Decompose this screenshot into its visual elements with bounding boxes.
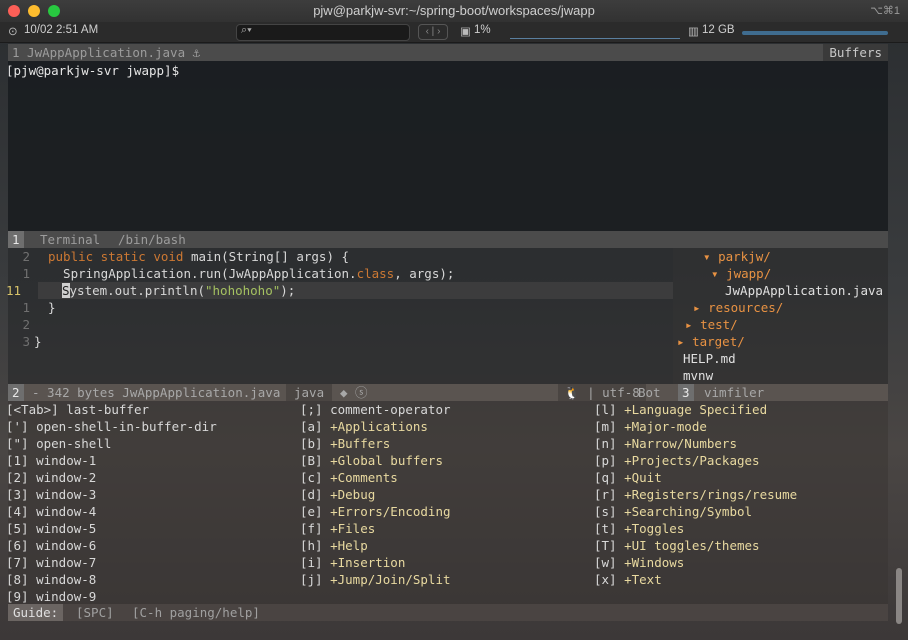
guide-entry: [2] window-2: [6, 470, 97, 485]
expanded-arrow-icon: ▾: [711, 266, 727, 281]
guide-label: Guide:: [8, 604, 64, 621]
buffer-position: Bot: [638, 385, 661, 400]
status-memory: 12 GB: [702, 24, 735, 36]
window-number-3: 3: [678, 384, 694, 401]
terminal-shell: /bin/bash: [118, 232, 186, 247]
guide-entry: [l] +Language Specified: [594, 402, 768, 417]
code-line: public static void main(String[] args) {: [48, 249, 350, 264]
status-bar: ⊙ 10/02 2:51 AM ⌕▾ ‹ | › ▣ 1% ▥ 12 GB: [0, 22, 908, 43]
guide-bar: Guide: [SPC] [C-h paging/help]: [8, 604, 888, 621]
which-key-guide: [<Tab>] last-buffer ['] open-shell-in-buf…: [6, 401, 888, 604]
guide-entry: [p] +Projects/Packages: [594, 453, 760, 468]
expanded-arrow-icon: ▾: [703, 249, 719, 264]
memory-bar: [742, 31, 888, 35]
guide-entry: [w] +Windows: [594, 555, 685, 570]
guide-entry: [n] +Narrow/Numbers: [594, 436, 737, 451]
search-nav-arrows[interactable]: ‹ | ›: [418, 24, 448, 40]
guide-entry: [q] +Quit: [594, 470, 662, 485]
guide-entry: [m] +Major-mode: [594, 419, 707, 434]
buffers-label[interactable]: Buffers: [823, 44, 888, 61]
line-number: 1: [22, 300, 30, 315]
search-icon: ⌕▾: [241, 24, 252, 36]
terminal-pane[interactable]: [pjw@parkjw-svr jwapp]$: [6, 61, 888, 231]
tree-folder[interactable]: ▾ jwapp/: [711, 265, 771, 282]
guide-entry: [7] window-7: [6, 555, 97, 570]
window-number-1: 1: [8, 231, 24, 248]
guide-entry: [5] window-5: [6, 521, 97, 536]
status-cpu: 1%: [474, 24, 491, 36]
tree-folder[interactable]: ▾ parkjw/: [703, 248, 771, 265]
code-line: SpringApplication.run(JwAppApplication.c…: [48, 266, 455, 281]
clock-icon: ⊙: [8, 26, 18, 38]
vimfiler-mode: vimfiler: [704, 385, 765, 400]
editor-pane[interactable]: 2 public static void main(String[] args) …: [6, 248, 673, 384]
guide-entry: [c] +Comments: [300, 470, 398, 485]
status-datetime: 10/02 2:51 AM: [24, 24, 99, 36]
collapsed-arrow-icon: ▸: [677, 334, 693, 349]
guide-entry: [f] +Files: [300, 521, 376, 536]
search-input[interactable]: ⌕▾: [236, 24, 410, 41]
guide-entry: [x] +Text: [594, 572, 662, 587]
guide-entry: [T] +UI toggles/themes: [594, 538, 760, 553]
guide-entry: [8] window-8: [6, 572, 97, 587]
line-number: 2: [22, 249, 30, 264]
window-shortcut: ⌥⌘1: [870, 5, 900, 17]
tree-folder[interactable]: ▸ test/: [685, 316, 738, 333]
file-info: - 342 bytes JwAppApplication.java: [32, 385, 281, 400]
window-number-2: 2: [8, 384, 24, 401]
guide-entry: [3] window-3: [6, 487, 97, 502]
guide-entry: [d] +Debug: [300, 487, 376, 502]
guide-entry: [e] +Errors/Encoding: [300, 504, 451, 519]
guide-entry: [<Tab>] last-buffer: [6, 402, 149, 417]
terminal-modeline: 1 Terminal /bin/bash: [8, 231, 888, 248]
guide-entry: [i] +Insertion: [300, 555, 406, 570]
guide-entry: ["] open-shell: [6, 436, 112, 451]
guide-entry: [9] window-9: [6, 589, 97, 604]
guide-entry: [s] +Searching/Symbol: [594, 504, 753, 519]
window-title: pjw@parkjw-svr:~/spring-boot/workspaces/…: [313, 3, 595, 18]
code-line: }: [34, 334, 42, 349]
tree-file[interactable]: HELP.md: [683, 350, 736, 367]
vimfiler-tree[interactable]: ▾ parkjw/▾ jwapp/JwAppApplication.java ▸ …: [673, 248, 888, 384]
line-number: 2: [22, 317, 30, 332]
terminal-header: 1 JwAppApplication.java ⚓ Buffers: [8, 44, 888, 61]
network-graph: [510, 25, 680, 39]
line-number: 3: [22, 334, 30, 349]
scrollbar[interactable]: [896, 568, 902, 624]
major-mode: java: [286, 384, 333, 401]
tree-file[interactable]: JwAppApplication.java: [725, 282, 883, 299]
code-line: System.out.println("hohohoho");: [62, 283, 296, 298]
guide-entry: [;] comment-operator: [300, 402, 451, 417]
guide-entry: [b] +Buffers: [300, 436, 391, 451]
collapsed-arrow-icon: ▸: [693, 300, 709, 315]
line-number: 11: [6, 283, 22, 298]
encoding-info: 🐧 | utf-8: [558, 384, 646, 401]
guide-entry: ['] open-shell-in-buffer-dir: [6, 419, 217, 434]
terminal-prompt: [pjw@parkjw-svr jwapp]$: [6, 63, 180, 78]
guide-prefix-key: [SPC]: [76, 605, 114, 620]
guide-hint: [C-h paging/help]: [132, 605, 260, 620]
terminal-buffer-title: 1 JwAppApplication.java ⚓: [12, 45, 201, 60]
memory-icon: ▥: [688, 26, 699, 38]
editor-modeline: 2 - 342 bytes JwAppApplication.java java…: [8, 384, 888, 401]
guide-entry: [t] +Toggles: [594, 521, 685, 536]
guide-entry: [4] window-4: [6, 504, 97, 519]
tree-folder[interactable]: ▸ resources/: [693, 299, 783, 316]
code-line: }: [48, 300, 56, 315]
collapsed-arrow-icon: ▸: [685, 317, 701, 332]
guide-entry: [1] window-1: [6, 453, 97, 468]
guide-entry: [r] +Registers/rings/resume: [594, 487, 798, 502]
minor-mode-icons: ◆ ⓢ: [340, 385, 368, 400]
tree-folder[interactable]: ▸ target/: [677, 333, 745, 350]
guide-entry: [j] +Jump/Join/Split: [300, 572, 451, 587]
line-number: 1: [22, 266, 30, 281]
guide-entry: [B] +Global buffers: [300, 453, 443, 468]
guide-entry: [a] +Applications: [300, 419, 428, 434]
cpu-icon: ▣: [460, 26, 471, 38]
guide-entry: [6] window-6: [6, 538, 97, 553]
window-titlebar: pjw@parkjw-svr:~/spring-boot/workspaces/…: [0, 0, 908, 23]
terminal-mode: Terminal: [40, 232, 101, 247]
guide-entry: [h] +Help: [300, 538, 368, 553]
tree-file[interactable]: mvnw: [683, 367, 713, 384]
